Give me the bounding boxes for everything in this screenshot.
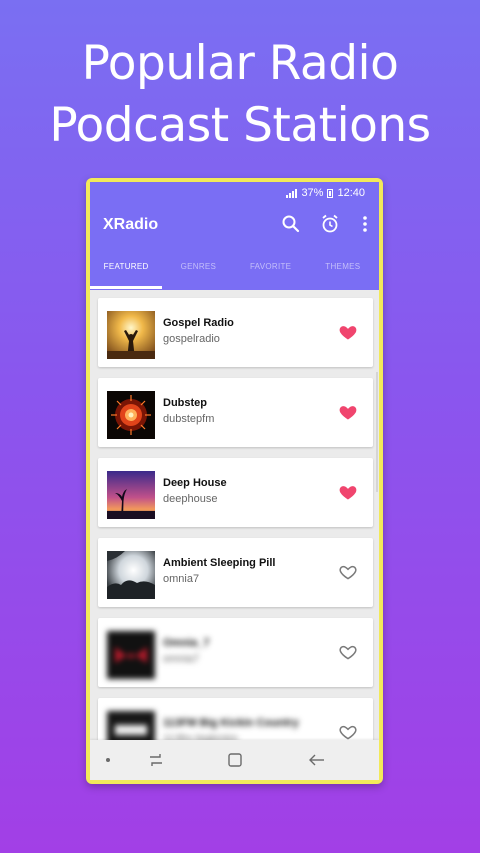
app-title: XRadio xyxy=(103,216,159,233)
system-nav-bar xyxy=(90,740,379,780)
list-item[interactable]: Dubstep dubstepfm xyxy=(98,378,373,447)
list-item[interactable]: Deep House deephouse xyxy=(98,458,373,527)
recent-apps-icon[interactable] xyxy=(146,750,166,770)
heart-outline-icon[interactable] xyxy=(338,642,358,662)
back-arrow-icon[interactable] xyxy=(307,750,327,770)
tab-favorite[interactable]: FAVORITE xyxy=(235,260,307,290)
station-artwork xyxy=(107,631,155,679)
station-id: omnia7 xyxy=(163,653,200,665)
more-vert-icon[interactable] xyxy=(353,212,377,236)
heart-icon[interactable] xyxy=(338,402,358,422)
station-id: omnia7 xyxy=(163,573,200,585)
search-icon[interactable] xyxy=(279,212,303,236)
station-id: gospelradio xyxy=(163,333,220,345)
station-name: 113FM Big Kickin Country xyxy=(163,717,299,729)
battery-icon xyxy=(327,188,334,198)
station-artwork xyxy=(107,471,155,519)
scrollbar[interactable] xyxy=(376,372,378,492)
station-name: Ambient Sleeping Pill xyxy=(163,557,276,569)
nav-dot-icon xyxy=(98,750,118,770)
list-item[interactable]: Gospel Radio gospelradio xyxy=(98,298,373,367)
station-name: Omnia_7 xyxy=(163,637,210,649)
app-screen: 37% 12:40 XRadio FEATURED GENRES FAVORIT… xyxy=(90,182,379,780)
heart-outline-icon[interactable] xyxy=(338,562,358,582)
status-bar: 37% 12:40 xyxy=(286,187,365,199)
station-name: Dubstep xyxy=(163,397,207,409)
promo-headline-line1: Popular Radio xyxy=(81,36,399,91)
heart-outline-icon[interactable] xyxy=(338,722,358,742)
tab-themes[interactable]: THEMES xyxy=(307,260,379,290)
station-id: deephouse xyxy=(163,493,218,505)
status-time: 12:40 xyxy=(337,187,365,199)
station-name: Gospel Radio xyxy=(163,317,234,329)
home-icon[interactable] xyxy=(225,750,245,770)
app-bar: 37% 12:40 XRadio FEATURED GENRES FAVORIT… xyxy=(90,182,379,290)
station-id: dubstepfm xyxy=(163,413,215,425)
station-name: Deep House xyxy=(163,477,227,489)
heart-icon[interactable] xyxy=(338,322,358,342)
promo-headline-line2: Podcast Stations xyxy=(49,98,431,153)
tab-indicator xyxy=(90,286,162,289)
heart-icon[interactable] xyxy=(338,482,358,502)
signal-icon xyxy=(286,188,298,198)
station-artwork xyxy=(107,551,155,599)
tab-genres[interactable]: GENRES xyxy=(162,260,234,290)
alarm-clock-icon[interactable] xyxy=(318,212,342,236)
station-artwork xyxy=(107,391,155,439)
list-item[interactable]: Omnia_7 omnia7 xyxy=(98,618,373,687)
station-artwork xyxy=(107,311,155,359)
phone-frame: 37% 12:40 XRadio FEATURED GENRES FAVORIT… xyxy=(86,178,383,784)
list-item[interactable]: Ambient Sleeping Pill omnia7 xyxy=(98,538,373,607)
battery-percent: 37% xyxy=(301,187,324,199)
